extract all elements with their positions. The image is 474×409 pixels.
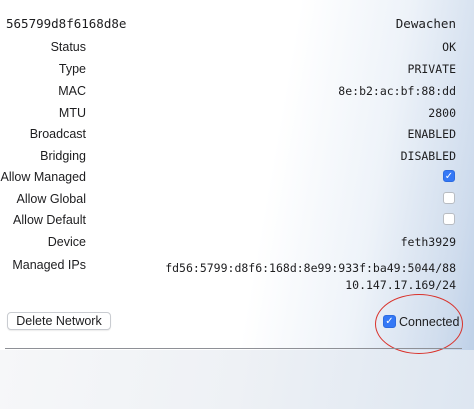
allow-managed-checkbox[interactable]: ✓ (443, 170, 455, 182)
allow-global-label: Allow Global (16, 192, 86, 206)
managed-ips-label: Managed IPs (12, 258, 86, 272)
managed-ip-v6: fd56:5799:d8f6:168d:8e99:933f:ba49:5044/… (165, 261, 456, 275)
managed-ip-v4: 10.147.17.169/24 (345, 278, 456, 292)
bridging-row: Bridging DISABLED (0, 149, 474, 169)
type-row: Type PRIVATE (0, 62, 474, 82)
device-value: feth3929 (400, 235, 456, 249)
bridging-label: Bridging (40, 149, 86, 163)
allow-default-label: Allow Default (13, 213, 86, 227)
mac-row: MAC 8e:b2:ac:bf:88:dd (0, 84, 474, 104)
status-row: Status OK (0, 40, 474, 60)
bridging-value: DISABLED (400, 149, 456, 163)
delete-network-button[interactable]: Delete Network (7, 312, 111, 330)
allow-managed-label: Allow Managed (0, 170, 86, 184)
network-header: 565799d8f6168d8e Dewachen (6, 16, 456, 34)
network-id: 565799d8f6168d8e (6, 16, 127, 31)
allow-managed-row: Allow Managed ✓ (0, 170, 474, 190)
device-label: Device (47, 235, 86, 249)
allow-global-checkbox[interactable] (443, 192, 455, 204)
mac-label: MAC (58, 84, 86, 98)
allow-default-row: Allow Default (0, 213, 474, 233)
broadcast-value: ENABLED (407, 127, 456, 141)
type-label: Type (58, 62, 86, 76)
connected-checkbox[interactable]: ✓ (383, 315, 396, 328)
mac-value: 8e:b2:ac:bf:88:dd (338, 84, 456, 98)
managed-ips-row: Managed IPs fd56:5799:d8f6:168d:8e99:933… (0, 258, 474, 298)
connected-label: Connected (399, 315, 460, 329)
footer-background (0, 350, 474, 409)
mtu-value: 2800 (428, 106, 456, 120)
device-row: Device feth3929 (0, 235, 474, 255)
checkmark-icon: ✓ (444, 171, 454, 182)
mtu-label: MTU (58, 106, 86, 120)
checkmark-icon: ✓ (385, 316, 394, 327)
allow-default-checkbox[interactable] (443, 213, 455, 225)
separator (5, 348, 462, 349)
type-value: PRIVATE (407, 62, 456, 76)
status-value: OK (442, 40, 456, 54)
status-label: Status (50, 40, 86, 54)
allow-global-row: Allow Global (0, 192, 474, 212)
broadcast-row: Broadcast ENABLED (0, 127, 474, 147)
broadcast-label: Broadcast (29, 127, 86, 141)
network-name: Dewachen (395, 16, 456, 31)
mtu-row: MTU 2800 (0, 106, 474, 126)
